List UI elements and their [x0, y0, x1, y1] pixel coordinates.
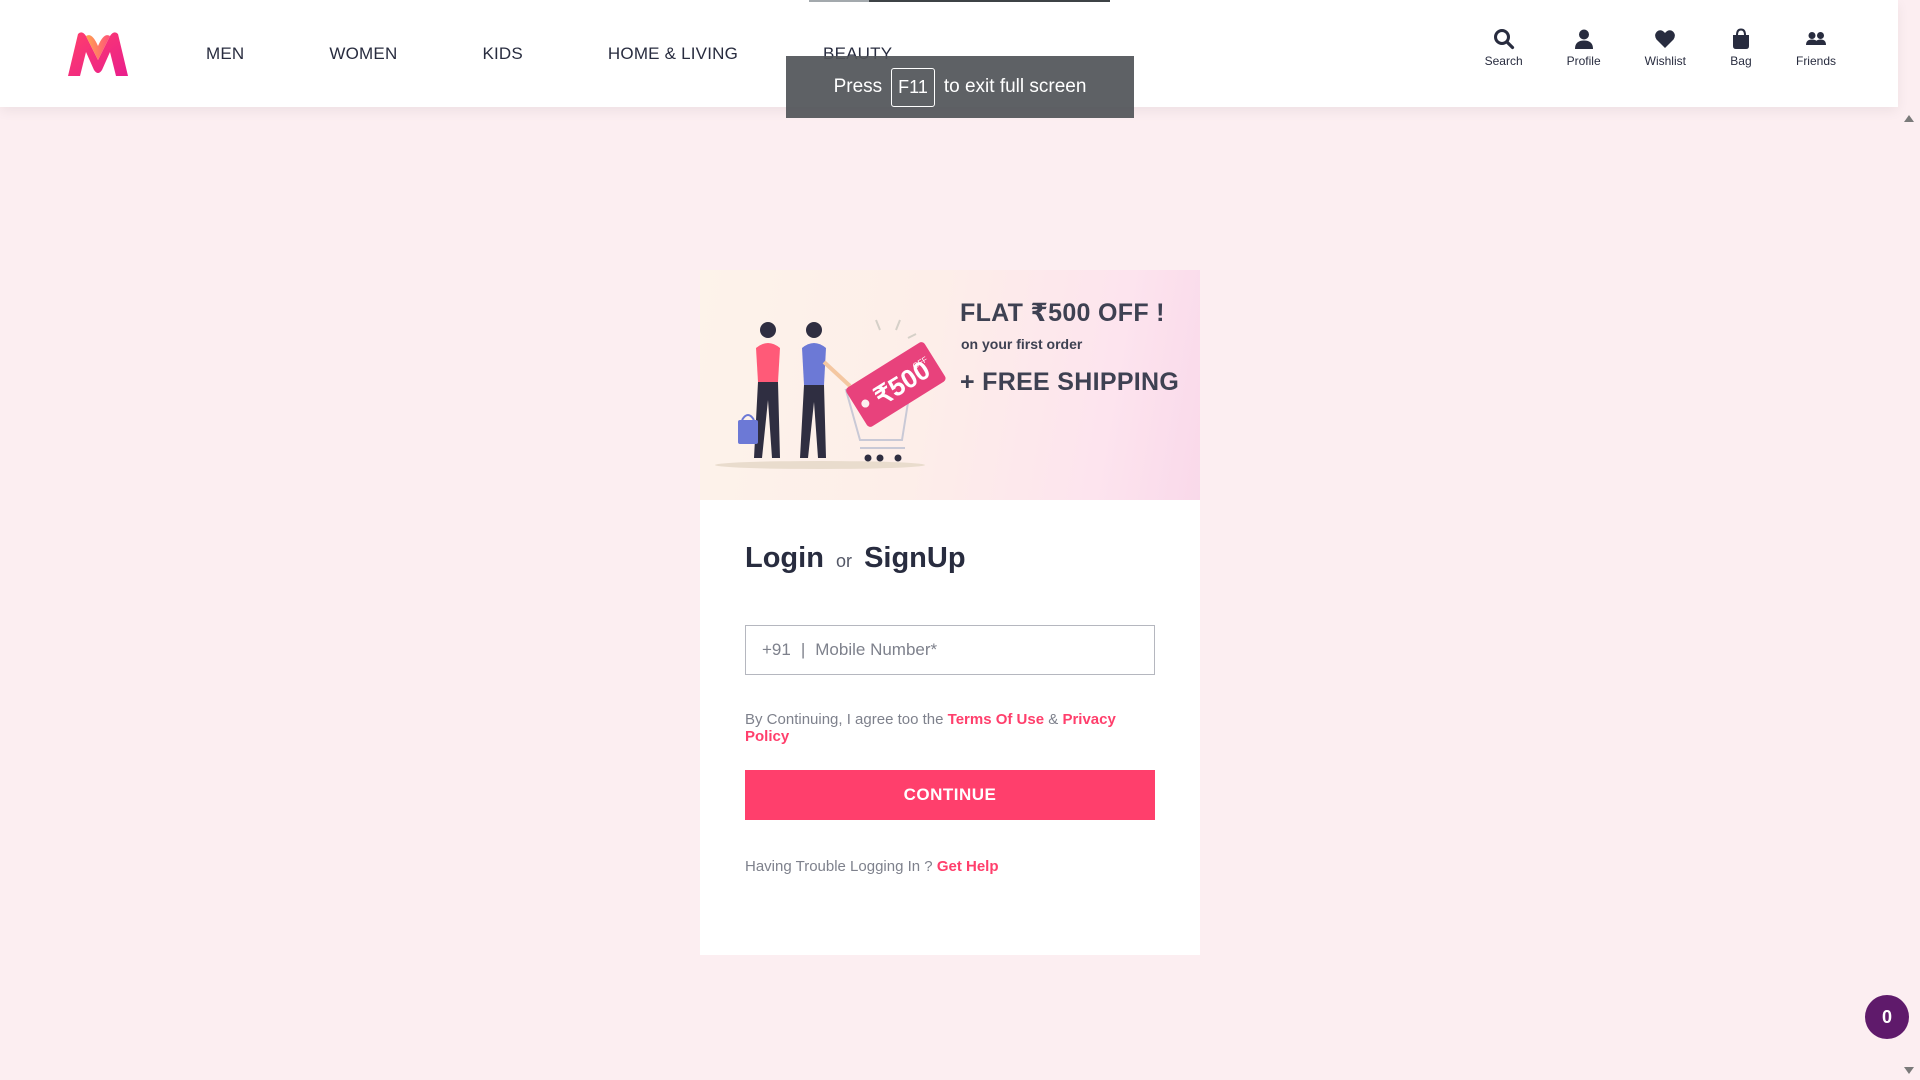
login-card: ₹500 OFF FLAT ₹500 OFF ! on your first o…	[700, 270, 1200, 955]
help-lead: Having Trouble Logging In ?	[745, 858, 933, 875]
help-text: Having Trouble Logging In ? Get Help	[745, 858, 1155, 875]
title-login: Login	[745, 542, 824, 574]
friends-icon	[1805, 32, 1826, 45]
bag-button[interactable]: Bag	[1730, 28, 1752, 68]
friends-label: Friends	[1795, 54, 1836, 68]
mobile-number-input[interactable]	[815, 640, 1116, 660]
get-help-link[interactable]: Get Help	[937, 858, 999, 875]
scroll-down-arrow-icon[interactable]	[1904, 1067, 1914, 1074]
chat-badge[interactable]: 0	[1865, 995, 1909, 1039]
search-button[interactable]: Search	[1485, 28, 1523, 68]
header-actions: Search Profile Wishlist Bag Friends	[1441, 28, 1836, 68]
title-signup: SignUp	[864, 542, 966, 574]
country-code: +91	[762, 640, 791, 659]
promo-banner: ₹500 OFF FLAT ₹500 OFF ! on your first o…	[700, 270, 1200, 500]
shopping-illustration: ₹500 OFF	[715, 319, 946, 469]
login-form: Login or SignUp +91 | By Continuing, I a…	[745, 500, 1155, 875]
scroll-up-arrow-icon[interactable]	[1904, 115, 1914, 122]
search-icon	[1493, 29, 1514, 50]
terms-amp: &	[1048, 711, 1059, 728]
nav-home-living[interactable]: HOME & LIVING	[608, 44, 738, 64]
bag-label: Bag	[1730, 54, 1752, 68]
mobile-number-field[interactable]: +91 |	[745, 625, 1155, 675]
nav-kids[interactable]: KIDS	[482, 44, 522, 64]
fullscreen-progress-bar	[809, 0, 1110, 2]
promo-headline: FLAT ₹500 OFF !	[960, 299, 1165, 327]
terms-lead: By Continuing, I agree too the	[745, 711, 944, 728]
myntra-logo-icon	[68, 32, 128, 76]
heart-icon	[1655, 30, 1676, 48]
toast-key: F11	[891, 67, 935, 107]
terms-text: By Continuing, I agree too the Terms Of …	[745, 711, 1155, 745]
terms-of-use-link[interactable]: Terms Of Use	[948, 711, 1044, 728]
nav-men[interactable]: MEN	[206, 44, 244, 64]
continue-button[interactable]: CONTINUE	[745, 770, 1155, 820]
title-or: or	[835, 551, 852, 571]
toast-text-before: Press	[833, 76, 883, 97]
wishlist-label: Wishlist	[1644, 54, 1686, 68]
profile-icon	[1574, 29, 1593, 49]
page-scrollbar[interactable]	[1898, 107, 1920, 1080]
wishlist-button[interactable]: Wishlist	[1645, 28, 1686, 68]
friends-button[interactable]: Friends	[1796, 28, 1836, 68]
bag-icon	[1732, 28, 1749, 49]
promo-subtext: on your first order	[961, 336, 1083, 352]
search-label: Search	[1484, 54, 1523, 68]
nav-women[interactable]: WOMEN	[329, 44, 397, 64]
fullscreen-toast: Press F11 to exit full screen	[786, 56, 1134, 118]
promo-free-shipping: + FREE SHIPPING	[960, 368, 1180, 396]
myntra-logo[interactable]	[64, 30, 132, 78]
profile-label: Profile	[1566, 54, 1601, 68]
field-separator: |	[800, 640, 806, 659]
profile-button[interactable]: Profile	[1567, 28, 1601, 68]
toast-text-after: to exit full screen	[943, 76, 1087, 97]
page-title: Login or SignUp	[745, 542, 1155, 575]
